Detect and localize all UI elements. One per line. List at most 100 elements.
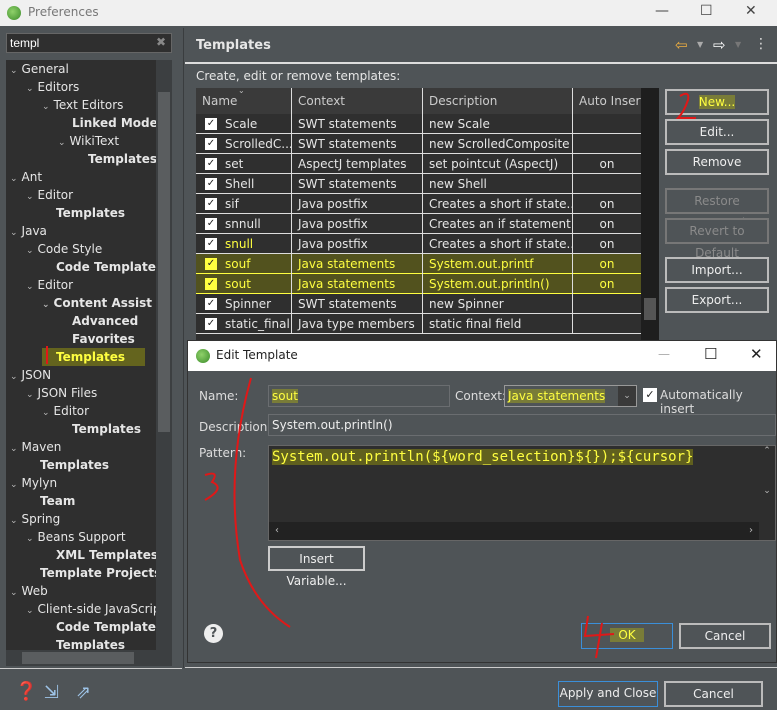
tree-item[interactable]: Advanced xyxy=(58,312,138,330)
chevron-down-icon[interactable]: ⌄ xyxy=(10,480,18,490)
minimize-icon[interactable]: — xyxy=(655,3,669,19)
table-row[interactable]: set AspectJ templates set pointcut (Aspect… xyxy=(196,154,641,174)
tree-item[interactable]: Templates xyxy=(42,204,125,222)
enabled-checkbox[interactable]: ✓ xyxy=(205,198,217,210)
enabled-checkbox[interactable]: ✓ xyxy=(205,278,217,290)
tree-item[interactable]: ⌄ Mylyn xyxy=(10,474,57,492)
tree-item[interactable]: Template Projects xyxy=(26,564,161,582)
back-menu-icon[interactable]: ▼ xyxy=(697,40,703,49)
edit-button[interactable]: Edit... xyxy=(665,119,769,145)
table-row[interactable]: static_final Java type members static fina… xyxy=(196,314,641,334)
export-icon[interactable]: ⇗ xyxy=(76,682,91,703)
tree-item[interactable]: Templates xyxy=(42,636,125,650)
chevron-down-icon[interactable]: ⌄ xyxy=(26,84,34,94)
remove-button[interactable]: Remove xyxy=(665,149,769,175)
chevron-down-icon[interactable]: ⌄ xyxy=(10,66,18,76)
chevron-down-icon[interactable]: ⌄ xyxy=(26,534,34,544)
pattern-horizontal-scrollbar[interactable]: ‹ › xyxy=(269,522,759,540)
chevron-down-icon[interactable]: ⌄ xyxy=(10,174,18,184)
back-arrow-icon[interactable]: ⇦ xyxy=(675,36,688,54)
tree-item[interactable]: Templates xyxy=(58,420,141,438)
pattern-vertical-scrollbar[interactable]: ⌃ ⌄ xyxy=(759,446,775,521)
chevron-down-icon[interactable]: ⌄ xyxy=(26,246,34,256)
tree-item[interactable]: Code Templates xyxy=(42,258,163,276)
filter-input[interactable] xyxy=(6,33,172,53)
forward-menu-icon[interactable]: ▼ xyxy=(735,40,741,49)
close-icon[interactable]: ✕ xyxy=(750,345,763,363)
import-icon[interactable]: ⇲ xyxy=(44,682,59,703)
dialog-cancel-button[interactable]: Cancel xyxy=(679,623,771,649)
apply-and-close-button[interactable]: Apply and Close xyxy=(558,681,658,707)
help-icon[interactable]: ❓ xyxy=(15,681,37,702)
minimize-icon[interactable]: — xyxy=(658,347,670,361)
enabled-checkbox[interactable]: ✓ xyxy=(205,318,217,330)
cancel-button[interactable]: Cancel xyxy=(664,681,763,707)
enabled-checkbox[interactable]: ✓ xyxy=(205,118,217,130)
chevron-down-icon[interactable]: ⌄ xyxy=(10,588,18,598)
maximize-icon[interactable]: ☐ xyxy=(704,345,717,363)
tree-item[interactable]: ⌄ Web xyxy=(10,582,48,600)
tree-item[interactable]: ⌄ Editor xyxy=(26,276,73,294)
chevron-down-icon[interactable]: ⌄ xyxy=(10,372,18,382)
tree-item[interactable]: ⌄ Spring xyxy=(10,510,60,528)
clear-filter-icon[interactable]: ✖ xyxy=(156,35,166,49)
tree-item[interactable]: ⌄ General xyxy=(10,60,69,78)
context-select[interactable]: Java statements ⌄ xyxy=(504,385,637,407)
table-row[interactable]: souf Java statements System.out.printf on ✓ xyxy=(196,254,641,274)
view-menu-icon[interactable]: ⋮ xyxy=(754,36,768,52)
chevron-down-icon[interactable]: ⌄ xyxy=(26,192,34,202)
tree-item[interactable]: Templates xyxy=(42,348,146,366)
table-vertical-scrollbar[interactable] xyxy=(641,88,659,346)
tree-item[interactable]: Team xyxy=(26,492,75,510)
export-button[interactable]: Export... xyxy=(665,287,769,313)
enabled-checkbox[interactable]: ✓ xyxy=(205,218,217,230)
tree-item[interactable]: XML Templates xyxy=(42,546,158,564)
chevron-down-icon[interactable]: ⌄ xyxy=(10,444,18,454)
enabled-checkbox[interactable]: ✓ xyxy=(205,258,217,270)
table-row[interactable]: sif Java postfix Creates a short if state.… xyxy=(196,194,641,214)
tree-item[interactable]: Templates xyxy=(26,456,109,474)
chevron-down-icon[interactable]: ⌄ xyxy=(26,390,34,400)
tree-item[interactable]: Code Templates xyxy=(42,618,163,636)
table-row[interactable]: snull Java postfix Creates a short if stat… xyxy=(196,234,641,254)
close-icon[interactable]: ✕ xyxy=(745,3,757,19)
tree-item[interactable]: ⌄ Client-side JavaScript xyxy=(26,600,165,618)
revert-to-default-button[interactable]: Revert to Default xyxy=(665,218,769,260)
tree-item[interactable]: ⌄ Maven xyxy=(10,438,61,456)
chevron-down-icon[interactable]: ⌄ xyxy=(42,300,50,310)
chevron-down-icon[interactable]: ⌄ xyxy=(10,516,18,526)
tree-item[interactable]: ⌄ WikiText xyxy=(58,132,119,150)
column-header-description[interactable]: Description xyxy=(423,88,573,114)
enabled-checkbox[interactable]: ✓ xyxy=(205,158,217,170)
maximize-icon[interactable]: ☐ xyxy=(700,3,713,19)
column-header-auto-insert[interactable]: Auto Insert xyxy=(573,88,641,114)
enabled-checkbox[interactable]: ✓ xyxy=(205,138,217,150)
tree-item[interactable]: ⌄ Text Editors xyxy=(42,96,123,114)
templates-table[interactable]: Name Context Description Auto Insert ⌄ S… xyxy=(196,88,641,346)
chevron-down-icon[interactable]: ⌄ xyxy=(42,408,50,418)
chevron-down-icon[interactable]: ⌄ xyxy=(26,606,34,616)
table-row[interactable]: Scale SWT statements new Scale ✓ xyxy=(196,114,641,134)
new-button[interactable]: New... xyxy=(665,89,769,115)
insert-variable-button[interactable]: Insert Variable... xyxy=(268,546,365,588)
name-field[interactable]: sout xyxy=(268,385,450,407)
enabled-checkbox[interactable]: ✓ xyxy=(205,238,217,250)
tree-item[interactable]: ⌄ Editors xyxy=(26,78,79,96)
forward-arrow-icon[interactable]: ⇨ xyxy=(713,36,726,54)
chevron-down-icon[interactable]: ⌄ xyxy=(42,102,50,112)
tree-item[interactable]: ⌄ JSON xyxy=(10,366,51,384)
table-row[interactable]: sout Java statements System.out.println() o… xyxy=(196,274,641,294)
table-row[interactable]: ScrolledC... SWT statements new ScrolledCo… xyxy=(196,134,641,154)
tree-item[interactable]: ⌄ Code Style xyxy=(26,240,102,258)
chevron-down-icon[interactable]: ⌄ xyxy=(26,282,34,292)
column-header-context[interactable]: Context xyxy=(292,88,423,114)
tree-item[interactable]: Favorites xyxy=(58,330,135,348)
enabled-checkbox[interactable]: ✓ xyxy=(205,178,217,190)
ok-button[interactable]: OK xyxy=(581,623,673,649)
tree-item[interactable]: Templates xyxy=(74,150,157,168)
description-field[interactable]: System.out.println() xyxy=(268,414,776,436)
import-button[interactable]: Import... xyxy=(665,257,769,283)
tree-item[interactable]: ⌄ Beans Support xyxy=(26,528,126,546)
tree-item[interactable]: Linked Mode xyxy=(58,114,158,132)
tree-item[interactable]: ⌄ Ant xyxy=(10,168,42,186)
